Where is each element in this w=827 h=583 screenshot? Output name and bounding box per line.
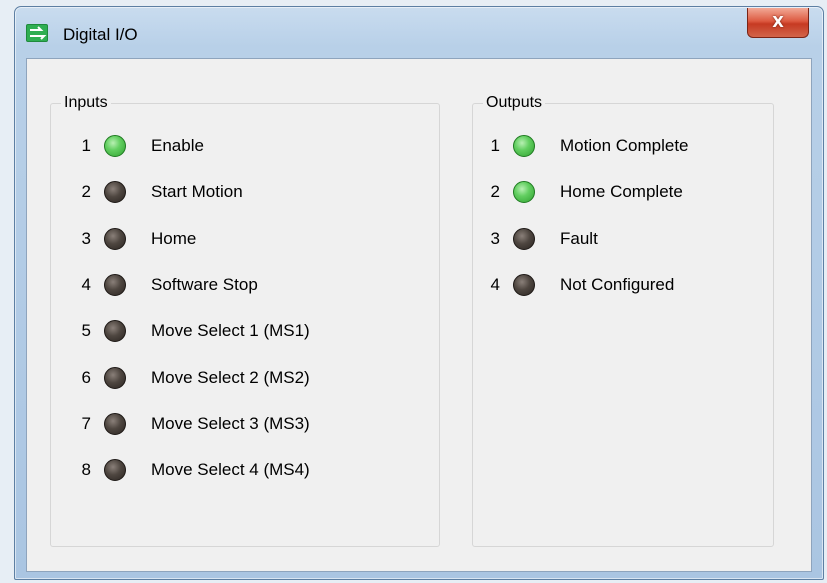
input-label: Move Select 2 (MS2) (151, 367, 310, 387)
output-number: 3 (490, 228, 500, 248)
status-led-icon (104, 412, 126, 435)
input-row: 2 Start Motion (71, 178, 391, 208)
input-label: Move Select 4 (MS4) (151, 460, 310, 480)
input-number: 8 (81, 460, 91, 480)
status-led-icon (513, 227, 535, 250)
input-row: 6 Move Select 2 (MS2) (71, 364, 391, 394)
input-row: 3 Home (71, 225, 391, 255)
input-label: Move Select 3 (MS3) (151, 413, 310, 433)
input-row: 4 Software Stop (71, 271, 391, 301)
input-row: 8 Move Select 4 (MS4) (71, 456, 391, 486)
input-row: 5 Move Select 1 (MS1) (71, 317, 391, 347)
input-number: 3 (81, 228, 91, 248)
status-led-icon (104, 135, 126, 157)
status-led-icon (104, 366, 126, 389)
status-led-icon (104, 273, 126, 296)
status-led-icon (104, 459, 126, 482)
outputs-group: Outputs 1 Motion Complete 2 Home Complete 3 F… (472, 93, 774, 547)
input-label: Enable (151, 136, 204, 155)
title-bar[interactable]: Digital I/O X (15, 7, 823, 57)
input-number: 5 (81, 321, 91, 341)
output-label: Motion Complete (560, 136, 689, 155)
output-row: 1 Motion Complete (480, 132, 800, 162)
inputs-group: Inputs 1 Enable 2 Start Motion 3 Home 4 Softwar… (50, 93, 440, 547)
output-label: Fault (560, 228, 598, 248)
input-label: Start Motion (151, 182, 243, 202)
output-label: Home Complete (560, 182, 683, 202)
input-number: 4 (81, 274, 91, 294)
digital-io-icon (26, 24, 48, 42)
output-label: Not Configured (560, 274, 675, 294)
input-label: Software Stop (151, 274, 258, 294)
input-number: 7 (81, 413, 91, 433)
status-led-icon (104, 320, 126, 343)
input-row: 1 Enable (71, 132, 391, 162)
client-area: Inputs 1 Enable 2 Start Motion 3 Home 4 Softwar… (26, 58, 812, 572)
output-number: 1 (490, 136, 500, 155)
close-button[interactable]: X (747, 8, 809, 38)
status-led-icon (513, 273, 535, 296)
output-row: 4 Not Configured (480, 271, 800, 301)
input-number: 2 (81, 182, 91, 202)
outputs-group-label: Outputs (483, 93, 546, 113)
window-title: Digital I/O (63, 25, 138, 44)
output-row: 3 Fault (480, 225, 800, 255)
output-number: 2 (490, 182, 500, 202)
status-led-icon (104, 181, 126, 204)
digital-io-window: Digital I/O X Inputs 1 Enable 2 Start Motio… (14, 6, 824, 580)
status-led-icon (513, 135, 535, 157)
input-label: Move Select 1 (MS1) (151, 321, 310, 341)
input-number: 1 (81, 136, 91, 155)
inputs-group-label: Inputs (61, 93, 111, 113)
status-led-icon (104, 227, 126, 250)
input-number: 6 (81, 367, 91, 387)
status-led-icon (513, 181, 535, 204)
output-row: 2 Home Complete (480, 178, 800, 208)
close-icon: X (772, 13, 784, 31)
input-row: 7 Move Select 3 (MS3) (71, 410, 391, 440)
input-label: Home (151, 228, 197, 248)
output-number: 4 (490, 274, 500, 294)
